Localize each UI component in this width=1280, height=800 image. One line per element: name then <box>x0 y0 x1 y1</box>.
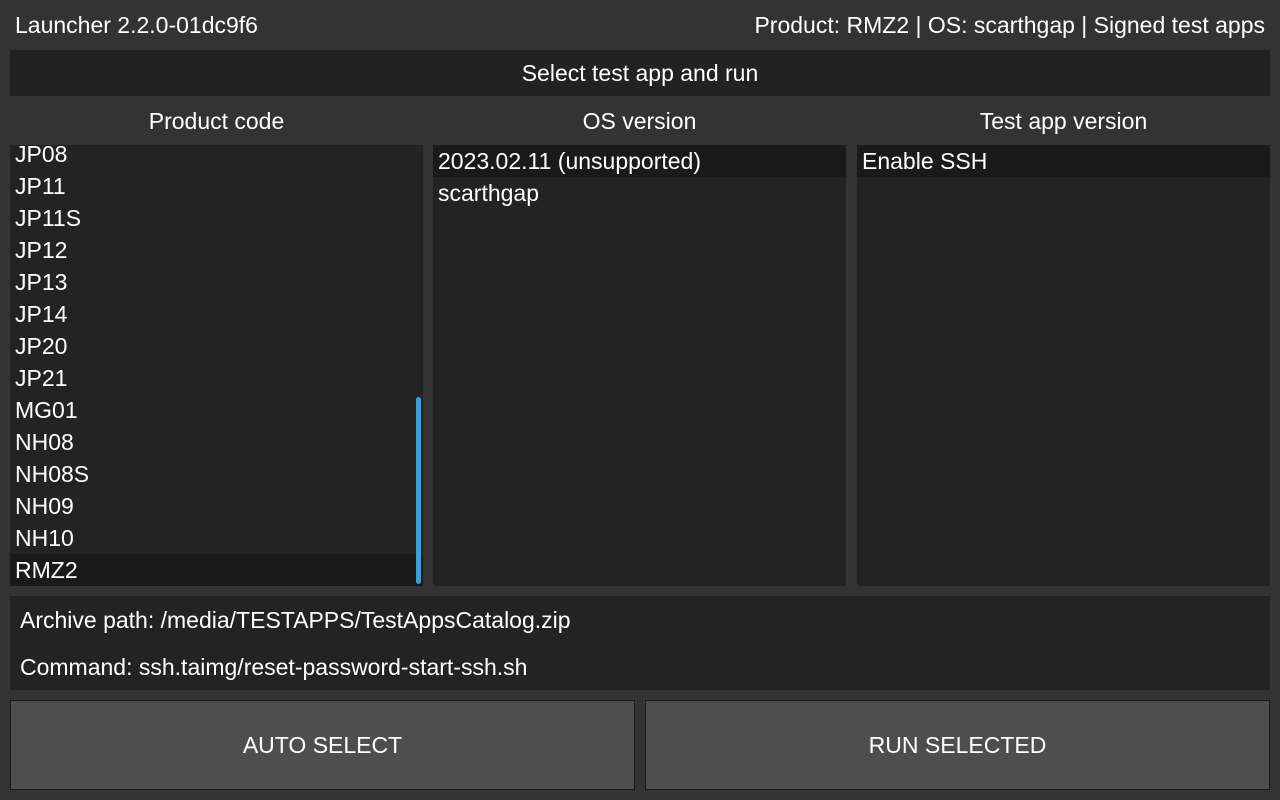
list-item-selected[interactable]: Enable SSH <box>857 145 1270 177</box>
command-label: Command: ssh.taimg/reset-password-start-… <box>20 654 528 680</box>
launcher-app: Launcher 2.2.0-01dc9f6 Product: RMZ2 | O… <box>0 0 1280 800</box>
top-bar: Launcher 2.2.0-01dc9f6 Product: RMZ2 | O… <box>0 0 1280 49</box>
page-title: Select test app and run <box>10 50 1270 96</box>
archive-path-label: Archive path: /media/TESTAPPS/TestAppsCa… <box>20 607 571 633</box>
list-item[interactable]: JP08 <box>10 145 423 170</box>
product-code-list[interactable]: JP08 JP11 JP11S JP12 JP13 JP14 JP20 JP21… <box>10 145 423 586</box>
os-version-list[interactable]: 2023.02.11 (unsupported) scarthgap <box>433 145 846 586</box>
list-item[interactable]: JP13 <box>10 266 423 298</box>
list-item[interactable]: JP12 <box>10 234 423 266</box>
list-item-selected[interactable]: 2023.02.11 (unsupported) <box>433 145 846 177</box>
list-item[interactable]: NH08 <box>10 426 423 458</box>
status-summary: Product: RMZ2 | OS: scarthgap | Signed t… <box>754 12 1265 38</box>
os-version-header: OS version <box>582 108 697 134</box>
product-list-scrollbar[interactable] <box>416 397 421 584</box>
list-item[interactable]: NH08S <box>10 458 423 490</box>
list-item[interactable]: JP21 <box>10 362 423 394</box>
list-item[interactable]: JP11 <box>10 170 423 202</box>
list-item[interactable]: MG01 <box>10 394 423 426</box>
product-code-items: JP08 JP11 JP11S JP12 JP13 JP14 JP20 JP21… <box>10 145 423 586</box>
list-item[interactable]: scarthgap <box>433 177 846 209</box>
list-item-selected[interactable]: RMZ2 <box>10 554 423 586</box>
app-version-label: Launcher 2.2.0-01dc9f6 <box>15 12 258 38</box>
list-item[interactable]: NH09 <box>10 490 423 522</box>
list-item[interactable]: JP20 <box>10 330 423 362</box>
product-code-header: Product code <box>148 108 285 134</box>
list-item[interactable]: NH10 <box>10 522 423 554</box>
info-panel: Archive path: /media/TESTAPPS/TestAppsCa… <box>10 596 1270 690</box>
list-item[interactable]: JP11S <box>10 202 423 234</box>
run-selected-button[interactable]: RUN SELECTED <box>645 700 1270 790</box>
test-app-version-list[interactable]: Enable SSH <box>857 145 1270 586</box>
test-app-version-header: Test app version <box>979 108 1148 134</box>
auto-select-button[interactable]: AUTO SELECT <box>10 700 635 790</box>
list-item[interactable]: JP14 <box>10 298 423 330</box>
